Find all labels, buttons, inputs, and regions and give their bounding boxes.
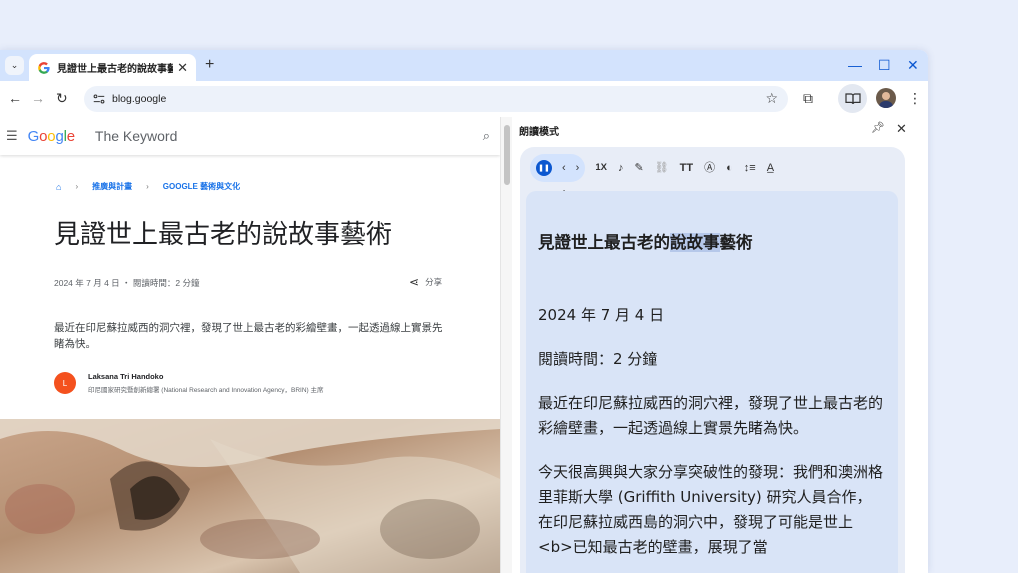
- pause-icon[interactable]: ❚❚: [536, 160, 552, 176]
- speed-button[interactable]: 1X: [595, 161, 607, 175]
- breadcrumb: ⌂ › 推廣與計畫 › GOOGLE 藝術與文化: [56, 181, 240, 192]
- link-icon[interactable]: ⛓: [655, 161, 669, 175]
- article-lede: 最近在印尼蘇拉威西的洞穴裡，發現了世上最古老的彩繪壁畫，一起透過線上實景先睹為快…: [54, 322, 443, 350]
- tab-active[interactable]: 見證世上最古老的說故事藝術 ✕: [29, 54, 196, 81]
- chevron-right-icon[interactable]: ›: [576, 162, 580, 174]
- tab-strip: ⌄ 見證世上最古老的說故事藝術 ✕ + — ☐ ✕: [0, 50, 928, 81]
- plus-icon[interactable]: +: [205, 56, 214, 74]
- back-icon[interactable]: ←: [8, 90, 22, 106]
- site-section-title[interactable]: The Keyword: [95, 128, 177, 144]
- article-meta: 2024 年 7 月 4 日 ・ 閱讀時間：2 分鐘: [54, 278, 200, 288]
- address-bar[interactable]: blog.google ☆: [84, 86, 788, 112]
- url-text: blog.google: [112, 93, 167, 105]
- profile-avatar[interactable]: [876, 88, 896, 108]
- extensions-icon[interactable]: ⧉: [803, 89, 813, 107]
- site-info-icon[interactable]: [92, 92, 106, 106]
- author-block: L Laksana Tri Handoko 印尼國家研究暨創新總署 (Natio…: [54, 372, 324, 394]
- breadcrumb-separator: ›: [75, 182, 79, 191]
- reading-mode-button[interactable]: [838, 84, 867, 113]
- close-icon[interactable]: ✕: [177, 61, 188, 74]
- tab-search-icon: ⌄: [10, 60, 19, 70]
- minimize-icon[interactable]: —: [848, 56, 862, 74]
- home-icon[interactable]: ⌂: [56, 182, 61, 192]
- window-close-icon[interactable]: ✕: [907, 56, 919, 74]
- panel-close-icon[interactable]: ✕: [896, 121, 907, 137]
- reading-mode-toolbar: ❚❚ ‹ › 1X ♪ ✎ ⛓ TT Ⓐ ◐ ↕≡ A̲: [530, 153, 900, 183]
- tab-search-button[interactable]: ⌄: [5, 56, 24, 75]
- menu-icon[interactable]: ⋮: [908, 89, 922, 107]
- hamburger-icon[interactable]: ☰: [6, 128, 18, 144]
- reading-mode-icon: [844, 93, 861, 105]
- breadcrumb-item[interactable]: 推廣與計畫: [92, 181, 132, 192]
- current-word-highlight: 說故事: [670, 233, 720, 252]
- browser-toolbar: ← → ↻ blog.google ☆ ⧉ ⋮: [0, 81, 928, 117]
- chevron-left-icon[interactable]: ‹: [562, 162, 566, 174]
- article-title: 見證世上最古老的說故事藝術: [54, 220, 393, 250]
- color-palette-icon[interactable]: ◐: [726, 161, 733, 175]
- page-scrollbar[interactable]: [500, 117, 512, 573]
- text-size-icon[interactable]: TT: [680, 161, 693, 175]
- site-header: ☰ Google The Keyword ⌕: [0, 117, 500, 155]
- cave-painting-image: [0, 419, 500, 573]
- voice-icon[interactable]: ♪: [618, 161, 624, 175]
- reading-mode-panel: 朗讀模式 📌︎ ✕ ❚❚ ‹ › 1X ♪ ✎ ⛓ TT Ⓐ ◐ ↕≡ A̲ ☝: [512, 117, 928, 573]
- reading-paragraph: 今天很高興與大家分享突破性的發現：我們和澳洲格里菲斯大學 (Griffith U…: [538, 463, 884, 556]
- share-icon: ⋖: [409, 275, 420, 289]
- reading-paragraph: 最近在印尼蘇拉威西的洞穴裡，發現了世上最古老的彩繪壁畫，一起透過線上實景先睹為快…: [538, 394, 884, 437]
- reading-mode-content: 見證世上最古老的說故事藝術 2024 年 7 月 4 日 閱讀時間：2 分鐘 最…: [526, 191, 898, 573]
- highlight-off-icon[interactable]: ✎: [634, 161, 643, 175]
- reading-mode-card: ❚❚ ‹ › 1X ♪ ✎ ⛓ TT Ⓐ ◐ ↕≡ A̲ ☝ 見證世上最古老的說…: [520, 147, 905, 573]
- reading-paragraph: 2024 年 7 月 4 日: [538, 306, 665, 324]
- forward-icon[interactable]: →: [31, 90, 45, 106]
- pin-icon[interactable]: 📌︎: [871, 121, 885, 134]
- letter-spacing-icon[interactable]: A̲: [767, 161, 774, 175]
- reading-heading: 見證世上最古老的說故事藝術: [538, 233, 753, 252]
- font-icon[interactable]: Ⓐ: [704, 161, 715, 175]
- tab-title: 見證世上最古老的說故事藝術: [57, 64, 174, 75]
- breadcrumb-item[interactable]: GOOGLE 藝術與文化: [163, 181, 240, 192]
- search-icon[interactable]: ⌕: [483, 128, 490, 144]
- author-name: Laksana Tri Handoko: [88, 372, 164, 381]
- browser-window: ⌄ 見證世上最古老的說故事藝術 ✕ + — ☐ ✕ ← → ↻: [0, 50, 928, 573]
- share-button[interactable]: ⋖ 分享: [409, 275, 442, 289]
- reading-paragraph: 閱讀時間：2 分鐘: [538, 350, 658, 368]
- panel-title: 朗讀模式: [519, 127, 559, 138]
- line-spacing-icon[interactable]: ↕≡: [744, 161, 756, 175]
- maximize-icon[interactable]: ☐: [878, 56, 891, 74]
- playback-controls: ❚❚ ‹ ›: [530, 154, 586, 182]
- avatar: L: [54, 372, 76, 394]
- share-label: 分享: [425, 277, 443, 287]
- breadcrumb-separator: ›: [146, 182, 149, 191]
- scroll-thumb[interactable]: [504, 125, 510, 185]
- web-page: ☰ Google The Keyword ⌕ ⌂ › 推廣與計畫 › GOOGL…: [0, 117, 500, 573]
- author-org: 印尼國家研究暨創新總署 (National Research and Innov…: [88, 387, 324, 394]
- google-logo[interactable]: Google: [28, 128, 75, 145]
- google-g-icon: [38, 61, 50, 74]
- reload-icon[interactable]: ↻: [56, 90, 68, 106]
- star-icon[interactable]: ☆: [765, 90, 778, 107]
